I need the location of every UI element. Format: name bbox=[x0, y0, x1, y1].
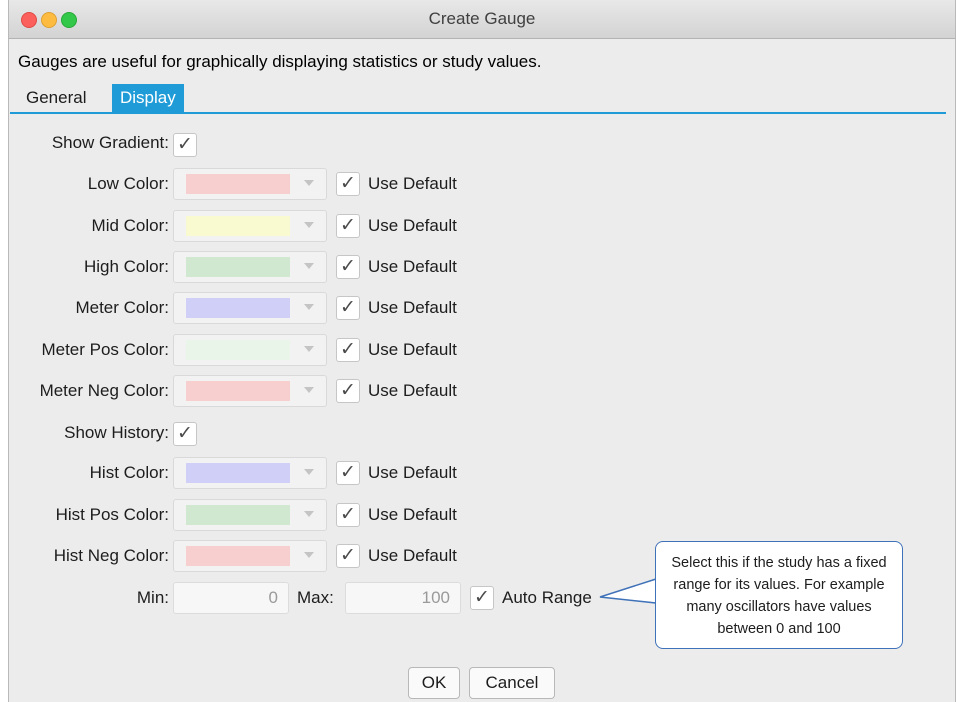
hist-color-label: Hist Color: bbox=[89, 463, 169, 482]
title-bar: Create Gauge bbox=[9, 0, 955, 39]
high-color-combo[interactable] bbox=[173, 251, 327, 283]
meter-neg-color-label: Meter Neg Color: bbox=[39, 381, 169, 400]
hist-color-use-default-checkbox[interactable] bbox=[336, 461, 360, 485]
chevron-down-icon bbox=[304, 263, 314, 269]
hist-pos-color-use-default-checkbox[interactable] bbox=[336, 503, 360, 527]
meter-color-use-default-checkbox[interactable] bbox=[336, 296, 360, 320]
meter-color-combo[interactable] bbox=[173, 292, 327, 324]
high-color-use-default-label: Use Default bbox=[368, 257, 457, 276]
dialog-description: Gauges are useful for graphically displa… bbox=[18, 52, 542, 71]
low-color-combo[interactable] bbox=[173, 168, 327, 200]
hist-color-swatch bbox=[186, 463, 290, 483]
meter-neg-color-swatch bbox=[186, 381, 290, 401]
auto-range-checkbox[interactable] bbox=[470, 586, 494, 610]
tab-general[interactable]: General bbox=[18, 84, 94, 112]
meter-pos-color-swatch bbox=[186, 340, 290, 360]
chevron-down-icon bbox=[304, 469, 314, 475]
chevron-down-icon bbox=[304, 511, 314, 517]
meter-color-swatch bbox=[186, 298, 290, 318]
high-color-label: High Color: bbox=[83, 257, 169, 276]
meter-neg-color-use-default-checkbox[interactable] bbox=[336, 379, 360, 403]
tab-display[interactable]: Display bbox=[112, 84, 184, 112]
chevron-down-icon bbox=[304, 304, 314, 310]
low-color-label: Low Color: bbox=[87, 174, 169, 193]
meter-pos-color-use-default-label: Use Default bbox=[368, 340, 457, 359]
meter-color-label: Meter Color: bbox=[75, 298, 169, 317]
hist-pos-color-combo[interactable] bbox=[173, 499, 327, 531]
max-label: Max: bbox=[297, 588, 334, 607]
hist-color-use-default-label: Use Default bbox=[368, 463, 457, 482]
low-color-swatch bbox=[186, 174, 290, 194]
callout-pointer bbox=[599, 577, 660, 604]
window-title: Create Gauge bbox=[428, 9, 536, 28]
high-color-use-default-checkbox[interactable] bbox=[336, 255, 360, 279]
low-color-use-default-label: Use Default bbox=[368, 174, 457, 193]
hist-pos-color-label: Hist Pos Color: bbox=[55, 505, 169, 524]
show-history-label: Show History: bbox=[64, 423, 169, 442]
min-input[interactable]: 0 bbox=[173, 582, 289, 614]
low-color-use-default-checkbox[interactable] bbox=[336, 172, 360, 196]
tab-underline bbox=[10, 112, 946, 114]
ok-button[interactable]: OK bbox=[408, 667, 460, 699]
chevron-down-icon bbox=[304, 387, 314, 393]
mid-color-use-default-checkbox[interactable] bbox=[336, 214, 360, 238]
high-color-swatch bbox=[186, 257, 290, 277]
meter-pos-color-combo[interactable] bbox=[173, 334, 327, 366]
callout-tooltip: Select this if the study has a fixed ran… bbox=[655, 541, 903, 649]
auto-range-label: Auto Range bbox=[502, 588, 592, 607]
chevron-down-icon bbox=[304, 180, 314, 186]
hist-neg-color-swatch bbox=[186, 546, 290, 566]
meter-color-use-default-label: Use Default bbox=[368, 298, 457, 317]
meter-pos-color-use-default-checkbox[interactable] bbox=[336, 338, 360, 362]
max-input[interactable]: 100 bbox=[345, 582, 461, 614]
mid-color-combo[interactable] bbox=[173, 210, 327, 242]
show-gradient-label: Show Gradient: bbox=[51, 133, 169, 152]
hist-neg-color-label: Hist Neg Color: bbox=[53, 546, 169, 565]
hist-neg-color-use-default-label: Use Default bbox=[368, 546, 457, 565]
mid-color-label: Mid Color: bbox=[91, 216, 169, 235]
hist-pos-color-swatch bbox=[186, 505, 290, 525]
hist-pos-color-use-default-label: Use Default bbox=[368, 505, 457, 524]
show-history-checkbox[interactable] bbox=[173, 422, 197, 446]
hist-color-combo[interactable] bbox=[173, 457, 327, 489]
show-gradient-checkbox[interactable] bbox=[173, 133, 197, 157]
meter-neg-color-use-default-label: Use Default bbox=[368, 381, 457, 400]
hist-neg-color-combo[interactable] bbox=[173, 540, 327, 572]
hist-neg-color-use-default-checkbox[interactable] bbox=[336, 544, 360, 568]
chevron-down-icon bbox=[304, 552, 314, 558]
meter-neg-color-combo[interactable] bbox=[173, 375, 327, 407]
mid-color-swatch bbox=[186, 216, 290, 236]
meter-pos-color-label: Meter Pos Color: bbox=[41, 340, 169, 359]
chevron-down-icon bbox=[304, 222, 314, 228]
cancel-button[interactable]: Cancel bbox=[469, 667, 555, 699]
min-label: Min: bbox=[136, 588, 169, 607]
mid-color-use-default-label: Use Default bbox=[368, 216, 457, 235]
chevron-down-icon bbox=[304, 346, 314, 352]
